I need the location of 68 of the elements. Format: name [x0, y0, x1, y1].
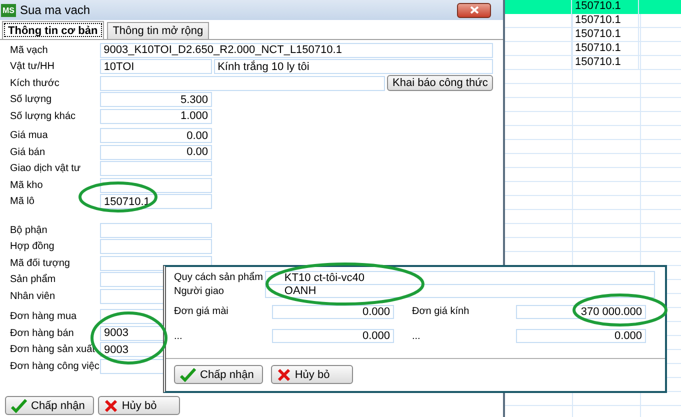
- text-field[interactable]: [100, 239, 212, 254]
- check-icon: [180, 368, 196, 382]
- number-field[interactable]: 0.000: [272, 329, 394, 343]
- table-cell: 150710.1: [572, 14, 639, 28]
- table-cell: 150710.1: [572, 56, 639, 70]
- field-label: Đơn giá kính: [412, 306, 470, 317]
- table-cell: 150710.1: [572, 28, 639, 42]
- number-field[interactable]: 1.000: [100, 108, 212, 124]
- field-label: Số lượng: [10, 94, 53, 106]
- text-field[interactable]: [100, 161, 212, 176]
- field-label: ...: [174, 330, 184, 342]
- field-label: Người giao: [174, 286, 225, 296]
- field-label: Vật tư/HH: [10, 61, 56, 72]
- window-title: Sua ma vach: [20, 3, 92, 17]
- accept-button[interactable]: Chấp nhận: [5, 396, 94, 415]
- accept-button[interactable]: Chấp nhận: [174, 365, 263, 384]
- field-label: Mã đối tượng: [10, 258, 71, 269]
- number-field[interactable]: 5.300: [100, 92, 212, 108]
- field-label: Sản phẩm: [10, 274, 57, 286]
- tab[interactable]: Thông tin mở rộng: [106, 22, 210, 39]
- grid-row[interactable]: 150710.1: [505, 42, 681, 56]
- text-field[interactable]: [100, 178, 212, 193]
- field-label: Quy cách sản phẩm: [174, 272, 264, 283]
- text-field[interactable]: Kính trắng 10 ly tôi: [214, 59, 494, 74]
- text-field[interactable]: [100, 222, 212, 238]
- field-label: Mã lô: [10, 196, 36, 208]
- grid-row[interactable]: 150710.1: [505, 28, 681, 42]
- number-field[interactable]: 0.00: [100, 144, 212, 160]
- field-label: Bộ phận: [10, 224, 48, 236]
- number-field[interactable]: 370 000.000: [516, 304, 646, 318]
- field-label: Đơn hàng mua: [10, 311, 78, 322]
- field-label: Nhân viên: [10, 290, 56, 302]
- field-label: Giao dịch vật tư: [10, 163, 82, 174]
- text-field[interactable]: 9003_K10TOI_D2.650_R2.000_NCT_L150710.1: [100, 42, 493, 58]
- number-field[interactable]: 0.00: [100, 128, 212, 144]
- tab[interactable]: Thông tin cơ bản: [2, 21, 104, 39]
- field-label: Đơn hàng công việc: [10, 360, 100, 372]
- text-field[interactable]: 150710.1: [100, 194, 212, 210]
- field-label: Hợp đồng: [10, 241, 56, 252]
- formula-button[interactable]: Khai báo công thức: [387, 75, 493, 92]
- number-field[interactable]: 0.000: [516, 329, 646, 343]
- number-field[interactable]: 0.000: [272, 304, 394, 318]
- close-button[interactable]: [457, 2, 491, 18]
- text-field[interactable]: 10TOI: [100, 59, 212, 74]
- cancel-button[interactable]: Hủy bỏ: [270, 365, 353, 384]
- cross-icon: [276, 368, 291, 382]
- close-icon: [470, 6, 478, 14]
- field-label: Đơn hàng bán: [10, 328, 75, 339]
- field-label: Mã kho: [10, 180, 44, 191]
- field-label: Đơn giá mài: [174, 306, 230, 317]
- grid-row[interactable]: 150710.1: [505, 56, 681, 70]
- text-field[interactable]: KT10 ct-tôi-vc40: [265, 270, 655, 284]
- field-label: Giá bán: [10, 146, 46, 158]
- table-cell: 150710.1: [572, 0, 639, 14]
- field-label: Kích thước: [10, 78, 60, 89]
- table-cell: 150710.1: [572, 42, 639, 56]
- app-logo: MS: [1, 4, 16, 16]
- field-label: Số lượng khác: [10, 110, 77, 122]
- check-icon: [11, 398, 27, 412]
- grid-row[interactable]: 150710.1: [505, 14, 681, 28]
- cross-icon: [104, 398, 118, 412]
- field-label: Mã vạch: [10, 44, 49, 56]
- text-field[interactable]: OANH: [265, 284, 655, 298]
- text-field[interactable]: [100, 76, 386, 91]
- field-label: Giá mua: [10, 130, 49, 142]
- grid-row[interactable]: 150710.1: [505, 0, 681, 14]
- cancel-button[interactable]: Hủy bỏ: [98, 396, 180, 415]
- field-label: ...: [412, 330, 422, 342]
